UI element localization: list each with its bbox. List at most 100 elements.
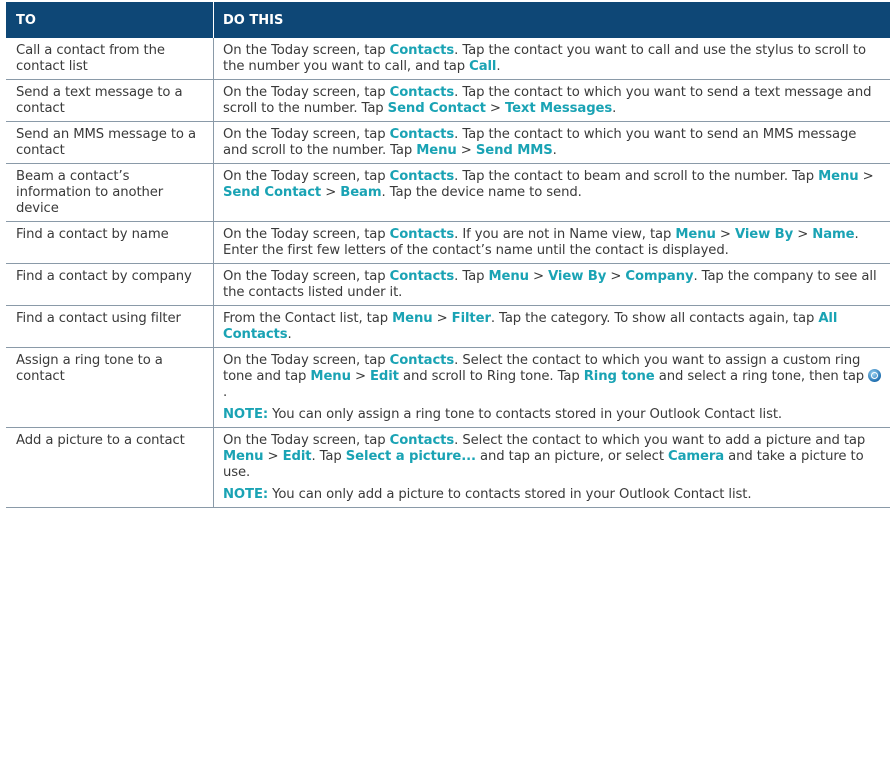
keyword: Beam xyxy=(340,185,382,200)
instruction-text: > xyxy=(263,449,283,464)
task-cell: Assign a ring tone to a contact xyxy=(6,348,214,427)
instruction-text: On the Today screen, tap xyxy=(223,353,390,368)
instruction-text: On the Today screen, tap xyxy=(223,85,390,100)
instruction-text: > xyxy=(456,143,476,158)
table-row: Add a picture to a contact On the Today s… xyxy=(6,428,890,508)
keyword: Name xyxy=(812,227,855,242)
keyword: Send Contact xyxy=(223,185,322,200)
instruction-text: and tap an picture, or select xyxy=(475,449,668,464)
table-row: Find a contact by name On the Today scree… xyxy=(6,222,890,264)
instruction-text: > xyxy=(606,269,626,284)
instruction-text: and select a ring tone, then tap xyxy=(654,369,869,384)
ok-icon xyxy=(868,369,882,382)
keyword: Contacts xyxy=(389,433,455,448)
keyword: NOTE: xyxy=(223,487,269,502)
instruction-text: > xyxy=(715,227,735,242)
instructions-table: TO DO THIS Call a contact from the conta… xyxy=(6,2,890,508)
table-row: Find a contact by company On the Today sc… xyxy=(6,264,890,306)
instruction-text: > xyxy=(858,169,874,184)
instruction-cell: On the Today screen, tap Contacts. Selec… xyxy=(214,428,890,507)
instruction-text: . If you are not in Name view, tap xyxy=(454,227,676,242)
task-cell: Call a contact from the contact list xyxy=(6,38,214,79)
instruction-paragraph: On the Today screen, tap Contacts. Tap t… xyxy=(223,169,882,201)
instruction-text: . xyxy=(287,327,292,342)
task-cell: Find a contact by company xyxy=(6,264,214,305)
keyword: NOTE: xyxy=(223,407,269,422)
keyword: Call xyxy=(469,59,497,74)
instruction-text: On the Today screen, tap xyxy=(223,127,390,142)
keyword: Edit xyxy=(370,369,399,384)
instruction-text: and scroll to Ring tone. Tap xyxy=(398,369,584,384)
header-do-this: DO THIS xyxy=(223,12,284,28)
instruction-paragraph: On the Today screen, tap Contacts. Selec… xyxy=(223,353,882,401)
instruction-cell: On the Today screen, tap Contacts. Tap t… xyxy=(214,38,890,79)
instruction-text: > xyxy=(485,101,505,116)
keyword: Menu xyxy=(223,449,264,464)
table-row: Assign a ring tone to a contact On the To… xyxy=(6,348,890,428)
keyword: Contacts xyxy=(389,43,455,58)
instruction-text: . Tap xyxy=(454,269,489,284)
keyword: Camera xyxy=(667,449,725,464)
instruction-text: > xyxy=(528,269,549,284)
table-header: TO DO THIS xyxy=(6,2,890,38)
instruction-text: . Tap xyxy=(311,449,346,464)
instruction-cell: On the Today screen, tap Contacts. Tap t… xyxy=(214,122,890,163)
instruction-paragraph: From the Contact list, tap Menu > Filter… xyxy=(223,311,882,343)
instruction-text: On the Today screen, tap xyxy=(223,433,390,448)
instruction-text: From the Contact list, tap xyxy=(223,311,393,326)
instruction-paragraph: On the Today screen, tap Contacts. Tap t… xyxy=(223,127,882,159)
keyword: Menu xyxy=(392,311,433,326)
table-row: Call a contact from the contact list On t… xyxy=(6,38,890,80)
keyword: Menu xyxy=(675,227,716,242)
instruction-text: On the Today screen, tap xyxy=(223,269,390,284)
instruction-text: You can only assign a ring tone to conta… xyxy=(268,407,783,422)
instruction-cell: On the Today screen, tap Contacts. Tap M… xyxy=(214,264,890,305)
instruction-text: On the Today screen, tap xyxy=(223,43,390,58)
table-row: Find a contact using filter From the Cont… xyxy=(6,306,890,348)
keyword: Company xyxy=(625,269,694,284)
instruction-text: > xyxy=(321,185,341,200)
keyword: Menu xyxy=(310,369,351,384)
keyword: Contacts xyxy=(389,227,455,242)
instruction-paragraph: On the Today screen, tap Contacts. Selec… xyxy=(223,433,882,481)
instruction-cell: On the Today screen, tap Contacts. Tap t… xyxy=(214,80,890,121)
keyword: View By xyxy=(734,227,794,242)
instruction-text: . Tap the device name to send. xyxy=(381,185,582,200)
header-to: TO xyxy=(6,2,214,38)
instruction-text: . xyxy=(223,385,228,400)
keyword: Send MMS xyxy=(475,143,553,158)
task-cell: Find a contact using filter xyxy=(6,306,214,347)
instruction-text: On the Today screen, tap xyxy=(223,169,390,184)
instruction-cell: On the Today screen, tap Contacts. Tap t… xyxy=(214,164,890,221)
instruction-text: > xyxy=(793,227,813,242)
keyword: Filter xyxy=(451,311,491,326)
keyword: Contacts xyxy=(389,127,455,142)
instruction-cell: From the Contact list, tap Menu > Filter… xyxy=(214,306,890,347)
instruction-paragraph: On the Today screen, tap Contacts. If yo… xyxy=(223,227,882,259)
keyword: Ring tone xyxy=(583,369,655,384)
instruction-text: > xyxy=(350,369,371,384)
instruction-paragraph: On the Today screen, tap Contacts. Tap t… xyxy=(223,43,882,75)
instruction-text: . Select the contact to which you want t… xyxy=(454,433,866,448)
table-row: Beam a contact’s information to another … xyxy=(6,164,890,222)
keyword: Contacts xyxy=(389,269,455,284)
note-paragraph: NOTE: You can only add a picture to cont… xyxy=(223,487,882,503)
instruction-text: On the Today screen, tap xyxy=(223,227,390,242)
instruction-text: > xyxy=(432,311,452,326)
task-cell: Send a text message to a contact xyxy=(6,80,214,121)
instruction-text: . xyxy=(612,101,617,116)
instruction-cell: On the Today screen, tap Contacts. Selec… xyxy=(214,348,890,427)
keyword: Menu xyxy=(488,269,529,284)
keyword: Text Messages xyxy=(504,101,613,116)
table-body: Call a contact from the contact list On t… xyxy=(6,38,890,508)
keyword: Send Contact xyxy=(387,101,486,116)
table-row: Send a text message to a contact On the T… xyxy=(6,80,890,122)
task-cell: Find a contact by name xyxy=(6,222,214,263)
keyword: Edit xyxy=(282,449,312,464)
keyword: Contacts xyxy=(389,169,455,184)
table-row: Send an MMS message to a contact On the T… xyxy=(6,122,890,164)
instruction-text: You can only add a picture to contacts s… xyxy=(268,487,752,502)
instruction-text: . Tap the category. To show all contacts… xyxy=(490,311,819,326)
task-cell: Send an MMS message to a contact xyxy=(6,122,214,163)
task-cell: Beam a contact’s information to another … xyxy=(6,164,214,221)
